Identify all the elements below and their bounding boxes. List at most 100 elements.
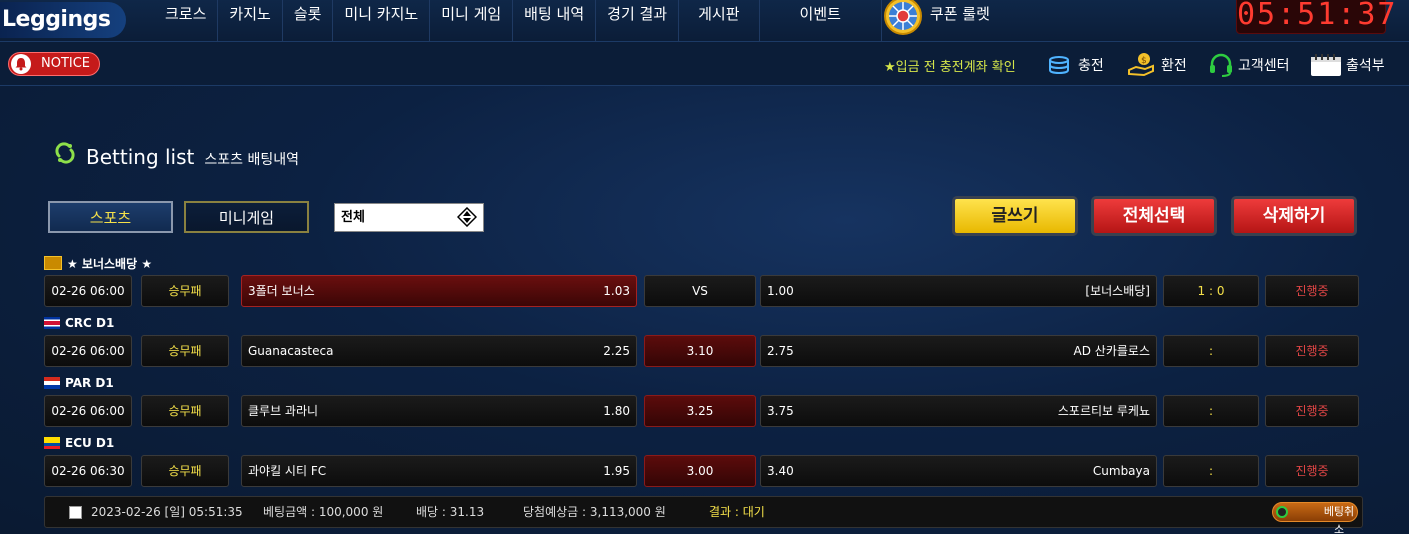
score-cell: : xyxy=(1163,335,1259,367)
nav-board[interactable]: 게시판 xyxy=(679,0,760,42)
home-team-name: 3폴더 보너스 xyxy=(248,284,315,298)
delete-button[interactable]: 삭제하기 xyxy=(1231,196,1357,236)
ecuador-flag-icon xyxy=(44,437,60,449)
home-team-cell[interactable]: 3폴더 보너스 1.03 xyxy=(241,275,637,307)
select-all-button[interactable]: 전체선택 xyxy=(1091,196,1217,236)
bet-summary-row: 2023-02-26 [일] 05:51:35 베팅금액 : 100,000 원… xyxy=(44,496,1363,534)
write-button[interactable]: 글쓰기 xyxy=(952,196,1078,236)
bet-type: 승무패 xyxy=(141,395,229,427)
nav-slot[interactable]: 슬롯 xyxy=(283,0,334,42)
top-navigation-bar: Leggings 크로스 카지노 슬롯 미니 카지노 미니 게임 배팅 내역 경… xyxy=(0,0,1409,42)
bet-time: 02-26 06:00 xyxy=(44,395,132,427)
league-name: ★ 보너스배당 ★ xyxy=(67,256,153,271)
score-cell: : xyxy=(1163,395,1259,427)
nav-match-results[interactable]: 경기 결과 xyxy=(596,0,680,42)
deposit-account-notice[interactable]: ★입금 전 충전계좌 확인 xyxy=(884,56,1016,75)
money-hand-icon: $ xyxy=(1128,53,1154,77)
draw-cell[interactable]: 3.00 xyxy=(644,455,756,487)
notice-button[interactable]: NOTICE xyxy=(8,52,100,76)
league-header: ECU D1 xyxy=(44,435,114,451)
refresh-icon xyxy=(55,142,75,164)
league-name: ECU D1 xyxy=(65,436,115,450)
page-subtitle: 스포츠 배팅내역 xyxy=(204,152,299,168)
svg-text:$: $ xyxy=(1141,56,1147,66)
filter-select[interactable]: 전체 xyxy=(334,203,484,232)
support-link[interactable]: 고객센터 xyxy=(1208,52,1290,78)
bet-datetime: 2023-02-26 [일] 05:51:35 xyxy=(91,505,243,519)
away-team-cell[interactable]: 3.40 Cumbaya xyxy=(760,455,1157,487)
attendance-label: 출석부 xyxy=(1346,58,1385,74)
nav-mini-game[interactable]: 미니 게임 xyxy=(430,0,514,42)
away-team-cell[interactable]: 3.75 스포르티보 루케뇨 xyxy=(760,395,1157,427)
away-team-name: Cumbaya xyxy=(1092,464,1150,478)
tab-minigame[interactable]: 미니게임 xyxy=(184,201,309,233)
home-team-cell[interactable]: 과야킬 시티 FC 1.95 xyxy=(241,455,637,487)
score-cell: : xyxy=(1163,455,1259,487)
away-team-name: AD 산카를로스 xyxy=(1073,344,1150,358)
league-name: PAR D1 xyxy=(65,376,114,390)
status-cell: 진행중 xyxy=(1265,275,1359,307)
away-odd: 3.40 xyxy=(767,464,794,478)
home-team-cell[interactable]: Guanacasteca 2.25 xyxy=(241,335,637,367)
league-header: CRC D1 xyxy=(44,315,114,331)
bell-icon xyxy=(11,54,31,74)
nav-event[interactable]: 이벤트 xyxy=(760,0,882,42)
away-team-name: [보너스배당] xyxy=(1085,284,1150,298)
tab-sports[interactable]: 스포츠 xyxy=(48,201,173,233)
league-name: CRC D1 xyxy=(65,316,115,330)
score-cell: 1 : 0 xyxy=(1163,275,1259,307)
cancel-bet-button[interactable]: 베팅취소 xyxy=(1272,502,1358,534)
away-team-cell[interactable]: 2.75 AD 산카를로스 xyxy=(760,335,1157,367)
home-team-name: 클루브 과라니 xyxy=(248,404,319,418)
attendance-link[interactable]: 출석부 xyxy=(1310,52,1385,78)
bonus-icon xyxy=(44,256,62,270)
bet-select-checkbox[interactable] xyxy=(69,506,82,519)
filter-selected-value: 전체 xyxy=(341,210,365,225)
draw-cell[interactable]: 3.25 xyxy=(644,395,756,427)
dropdown-arrow-icon xyxy=(456,206,478,237)
coins-icon xyxy=(1049,56,1069,75)
away-team-cell[interactable]: 1.00 [보너스배당] xyxy=(760,275,1157,307)
nav-coupon-roulette[interactable]: 쿠폰 룰렛 xyxy=(882,0,1004,42)
nav-mini-casino[interactable]: 미니 카지노 xyxy=(333,0,431,42)
league-header: ★ 보너스배당 ★ xyxy=(44,255,152,271)
home-team-cell[interactable]: 클루브 과라니 1.80 xyxy=(241,395,637,427)
bet-odds: 배당 : 31.13 xyxy=(416,505,485,519)
charge-link[interactable]: 충전 xyxy=(1048,52,1104,78)
league-header: PAR D1 xyxy=(44,375,114,391)
away-odd: 1.00 xyxy=(767,284,794,298)
home-odd: 1.95 xyxy=(603,464,630,478)
toggle-dot-icon xyxy=(1276,506,1288,518)
away-odd: 3.75 xyxy=(767,404,794,418)
status-cell: 진행중 xyxy=(1265,455,1359,487)
nav-cross[interactable]: 크로스 xyxy=(154,0,219,42)
digital-clock: 05:51:37 xyxy=(1236,0,1398,34)
status-cell: 진행중 xyxy=(1265,335,1359,367)
bet-type: 승무패 xyxy=(141,335,229,367)
cancel-bet-label: 베팅취소 xyxy=(1323,505,1355,534)
notice-label: NOTICE xyxy=(41,56,91,71)
nav-betting-history[interactable]: 배팅 내역 xyxy=(513,0,597,42)
bet-amount: 베팅금액 : 100,000 원 xyxy=(263,505,384,519)
support-label: 고객센터 xyxy=(1238,58,1290,74)
home-odd: 1.03 xyxy=(603,284,630,298)
away-team-name: 스포르티보 루케뇨 xyxy=(1057,404,1150,418)
charge-label: 충전 xyxy=(1078,58,1104,74)
home-team-name: 과야킬 시티 FC xyxy=(248,464,327,478)
home-odd: 2.25 xyxy=(603,344,630,358)
page-title-text: Betting list xyxy=(86,145,195,169)
utility-bar: NOTICE ★입금 전 충전계좌 확인 충전 $ 환전 고객센터 출석부 xyxy=(0,42,1409,86)
site-logo[interactable]: Leggings xyxy=(0,2,126,38)
nav-coupon-label: 쿠폰 룰렛 xyxy=(929,5,990,23)
page-title: Betting list 스포츠 배팅내역 xyxy=(54,142,299,169)
draw-cell[interactable]: 3.10 xyxy=(644,335,756,367)
nav-casino[interactable]: 카지노 xyxy=(218,0,283,42)
paraguay-flag-icon xyxy=(44,377,60,389)
headset-icon xyxy=(1210,53,1232,77)
home-odd: 1.80 xyxy=(603,404,630,418)
exchange-label: 환전 xyxy=(1161,58,1187,74)
exchange-link[interactable]: $ 환전 xyxy=(1127,52,1187,78)
draw-cell[interactable]: VS xyxy=(644,275,756,307)
costa-rica-flag-icon xyxy=(44,317,60,329)
expected-winnings: 당첨예상금 : 3,113,000 원 xyxy=(523,505,666,519)
